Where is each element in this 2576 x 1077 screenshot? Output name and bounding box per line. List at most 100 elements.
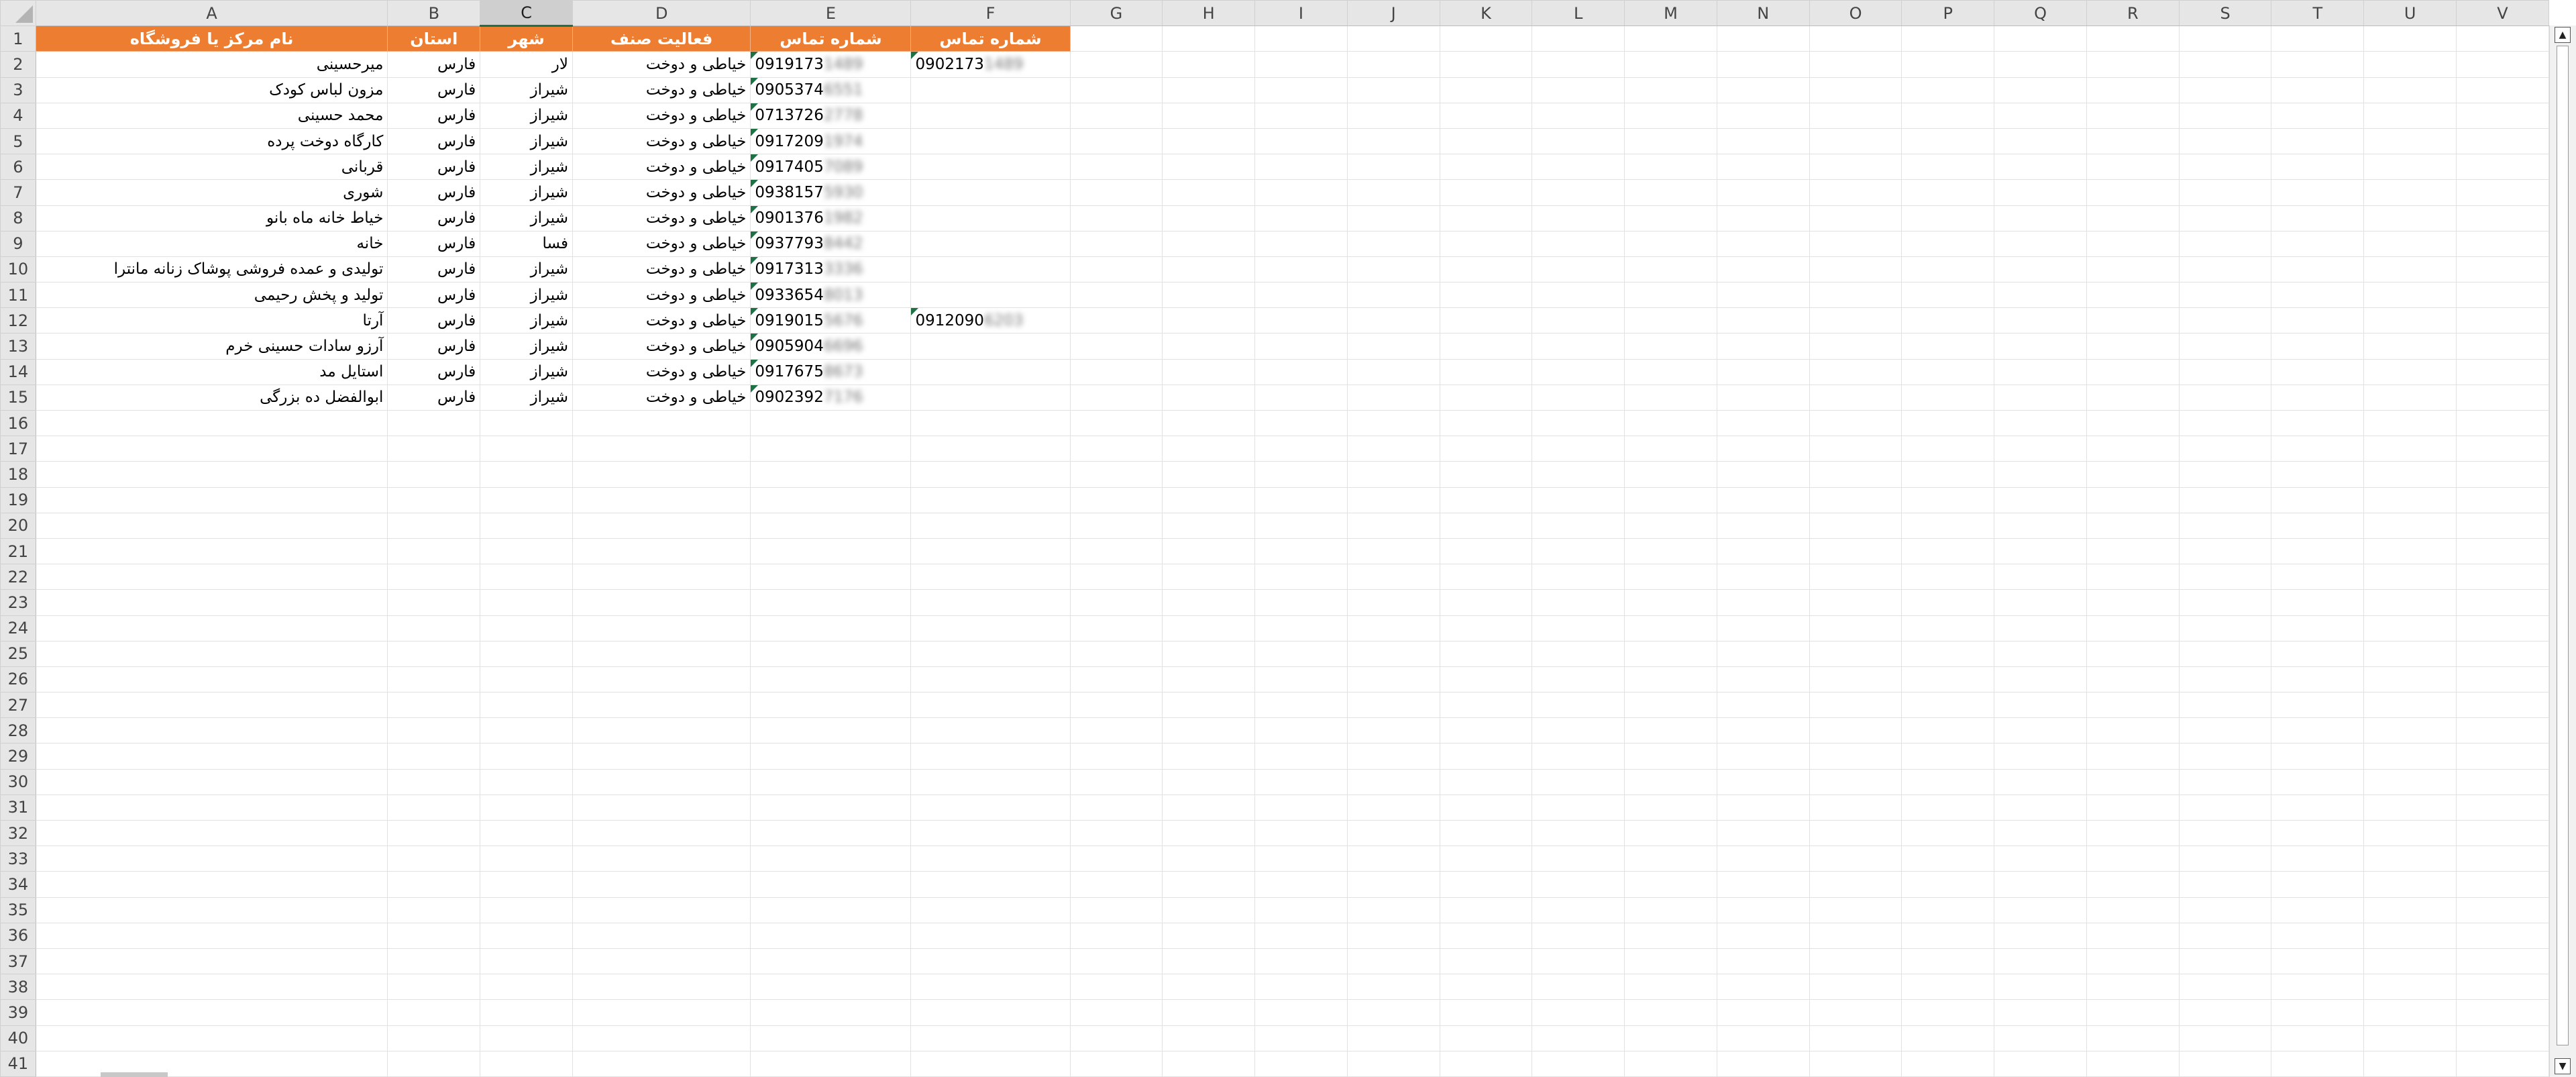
cell[interactable] bbox=[2271, 358, 2365, 385]
row-header-2[interactable]: 2 bbox=[0, 51, 36, 78]
cell[interactable] bbox=[480, 615, 573, 642]
cell[interactable] bbox=[910, 640, 1071, 667]
cell[interactable] bbox=[1901, 384, 1995, 411]
cell[interactable] bbox=[910, 1050, 1071, 1077]
cell-store-name[interactable]: تولید و پخش رحیمی bbox=[35, 282, 388, 309]
cell[interactable] bbox=[1994, 871, 2087, 898]
cell[interactable] bbox=[1439, 384, 1533, 411]
cell[interactable] bbox=[1716, 640, 1810, 667]
cell[interactable] bbox=[750, 794, 912, 821]
cell-activity[interactable]: خیاطی و دوخت bbox=[572, 384, 751, 411]
cell-phone-2[interactable] bbox=[910, 205, 1071, 232]
cell[interactable] bbox=[1624, 307, 1717, 334]
cell[interactable] bbox=[2363, 230, 2457, 257]
cell[interactable] bbox=[1532, 871, 1625, 898]
cell[interactable] bbox=[1162, 282, 1256, 309]
cell[interactable] bbox=[1901, 512, 1995, 539]
cell[interactable] bbox=[572, 640, 751, 667]
cell[interactable] bbox=[1069, 999, 1163, 1026]
cell[interactable] bbox=[1069, 666, 1163, 693]
cell[interactable] bbox=[2178, 717, 2272, 744]
cell[interactable] bbox=[2456, 205, 2549, 232]
cell[interactable] bbox=[750, 564, 912, 591]
cell-province[interactable]: فارس bbox=[387, 127, 481, 155]
cell[interactable] bbox=[1254, 333, 1348, 360]
cell[interactable] bbox=[2178, 974, 2272, 1001]
cell[interactable] bbox=[910, 589, 1071, 616]
cell[interactable] bbox=[1069, 102, 1163, 129]
cell[interactable] bbox=[2178, 127, 2272, 155]
cell[interactable] bbox=[1346, 615, 1440, 642]
cell[interactable] bbox=[2456, 999, 2549, 1026]
cell[interactable] bbox=[2178, 409, 2272, 437]
cell[interactable] bbox=[1532, 537, 1625, 565]
cell-city[interactable]: شیراز bbox=[480, 358, 573, 385]
cell[interactable] bbox=[1346, 794, 1440, 821]
cell[interactable] bbox=[2271, 768, 2365, 795]
cell[interactable] bbox=[1809, 435, 1902, 462]
cell[interactable] bbox=[1716, 974, 1810, 1001]
cell[interactable] bbox=[1162, 819, 1256, 847]
cell[interactable] bbox=[1532, 974, 1625, 1001]
cell-city[interactable]: شیراز bbox=[480, 307, 573, 334]
cell[interactable] bbox=[2363, 922, 2457, 949]
cell[interactable] bbox=[2456, 717, 2549, 744]
cell[interactable] bbox=[2086, 256, 2180, 283]
cell[interactable] bbox=[2363, 947, 2457, 975]
cell[interactable] bbox=[387, 589, 481, 616]
cell[interactable] bbox=[2178, 564, 2272, 591]
cell[interactable] bbox=[2456, 615, 2549, 642]
row-header-6[interactable]: 6 bbox=[0, 154, 36, 181]
cell[interactable] bbox=[750, 999, 912, 1026]
row-header-29[interactable]: 29 bbox=[0, 743, 36, 770]
cell[interactable] bbox=[910, 819, 1071, 847]
cell[interactable] bbox=[1254, 51, 1348, 78]
cell[interactable] bbox=[2178, 589, 2272, 616]
cell[interactable] bbox=[1901, 230, 1995, 257]
cell[interactable] bbox=[750, 435, 912, 462]
cell-phone-2[interactable] bbox=[910, 384, 1071, 411]
cell[interactable] bbox=[1254, 179, 1348, 206]
cell[interactable] bbox=[1069, 640, 1163, 667]
cell[interactable] bbox=[910, 564, 1071, 591]
cell[interactable] bbox=[2456, 512, 2549, 539]
cell[interactable] bbox=[2363, 743, 2457, 770]
cell[interactable] bbox=[2363, 282, 2457, 309]
cell[interactable] bbox=[35, 537, 388, 565]
cell[interactable] bbox=[1809, 230, 1902, 257]
cell[interactable] bbox=[480, 819, 573, 847]
cell[interactable] bbox=[1532, 1050, 1625, 1077]
cell-activity[interactable]: خیاطی و دوخت bbox=[572, 51, 751, 78]
cell[interactable] bbox=[1809, 974, 1902, 1001]
cell[interactable] bbox=[572, 845, 751, 872]
cell[interactable] bbox=[387, 845, 481, 872]
cell[interactable] bbox=[2271, 640, 2365, 667]
cell[interactable] bbox=[2363, 666, 2457, 693]
cell[interactable] bbox=[2271, 307, 2365, 334]
cell[interactable] bbox=[1162, 127, 1256, 155]
cell[interactable] bbox=[2086, 333, 2180, 360]
column-header-n[interactable]: N bbox=[1716, 0, 1810, 27]
scrollbar-thumb[interactable] bbox=[2557, 46, 2569, 1045]
cell[interactable] bbox=[1901, 76, 1995, 103]
cell[interactable] bbox=[2456, 589, 2549, 616]
cell[interactable] bbox=[2086, 358, 2180, 385]
cell[interactable] bbox=[1254, 307, 1348, 334]
cell[interactable] bbox=[1439, 1050, 1533, 1077]
cell[interactable] bbox=[572, 666, 751, 693]
cell[interactable] bbox=[1624, 358, 1717, 385]
cell[interactable] bbox=[1069, 205, 1163, 232]
cell[interactable] bbox=[1069, 256, 1163, 283]
column-header-a[interactable]: A bbox=[35, 0, 388, 27]
cell[interactable] bbox=[1994, 999, 2087, 1026]
cell[interactable] bbox=[1254, 435, 1348, 462]
cell[interactable] bbox=[1624, 154, 1717, 181]
cell[interactable] bbox=[2178, 819, 2272, 847]
cell-activity[interactable]: خیاطی و دوخت bbox=[572, 205, 751, 232]
cell[interactable] bbox=[1624, 615, 1717, 642]
cell[interactable] bbox=[2271, 845, 2365, 872]
cell[interactable] bbox=[1254, 102, 1348, 129]
cell[interactable] bbox=[2456, 743, 2549, 770]
cell[interactable] bbox=[2271, 896, 2365, 923]
cell[interactable] bbox=[1162, 154, 1256, 181]
